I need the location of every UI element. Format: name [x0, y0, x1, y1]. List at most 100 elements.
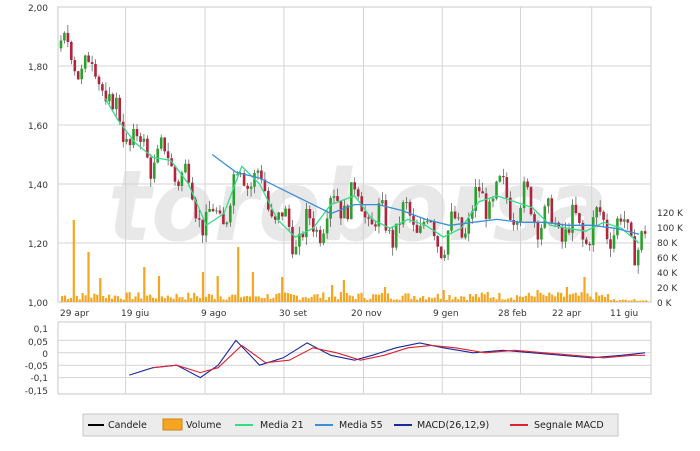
- volume-bar: [198, 298, 202, 302]
- candle-body: [229, 205, 232, 223]
- candle-body: [277, 212, 280, 220]
- candle-body: [619, 218, 623, 222]
- volume-bar: [248, 296, 251, 302]
- candle-body: [115, 97, 118, 110]
- macd-tick-label: 0,1: [34, 325, 48, 335]
- volume-tick-label: 80 K: [657, 239, 678, 249]
- volume-bar: [507, 298, 510, 302]
- volume-bar: [166, 295, 169, 302]
- volume-bar: [207, 293, 210, 302]
- candle-body: [322, 233, 325, 244]
- volume-bar: [592, 299, 595, 302]
- volume-bar: [196, 296, 199, 302]
- volume-bar: [609, 300, 612, 302]
- volume-bar: [486, 292, 489, 302]
- x-tick-label: 20 nov: [351, 309, 383, 319]
- volume-bar: [251, 272, 254, 302]
- candle-body: [543, 206, 547, 228]
- candle-body: [218, 210, 222, 214]
- candle-body: [629, 222, 633, 237]
- candle-body: [432, 221, 436, 237]
- volume-bar: [589, 296, 592, 302]
- candle-body: [612, 235, 616, 249]
- candle-body: [177, 181, 180, 186]
- chart-svg: toroborsa 2,00 1,80 1,60 1,40 1,20 1,00 …: [25, 4, 684, 437]
- volume-bar: [131, 299, 134, 302]
- candle-body: [211, 209, 215, 212]
- candle-body: [498, 176, 502, 182]
- candle-body: [481, 191, 484, 194]
- candle-body: [626, 219, 630, 223]
- volume-bar: [281, 277, 284, 302]
- volume-bar: [489, 297, 492, 302]
- volume-bar: [351, 296, 354, 302]
- volume-bar: [122, 299, 125, 302]
- volume-bar: [604, 296, 607, 302]
- volume-bar: [360, 292, 363, 302]
- volume-bar: [78, 299, 81, 302]
- volume-bar: [621, 299, 624, 302]
- volume-bar: [521, 297, 524, 302]
- volume-bar: [201, 272, 205, 302]
- volume-bar: [102, 296, 105, 302]
- volume-bar: [169, 297, 172, 302]
- candle-body: [519, 208, 522, 223]
- volume-bar: [328, 297, 331, 302]
- volume-bar: [204, 296, 207, 302]
- legend-label: Candele: [108, 420, 147, 431]
- candle-body: [208, 209, 211, 212]
- candle-body: [533, 214, 536, 223]
- volume-bar: [366, 299, 369, 302]
- volume-bar: [471, 296, 475, 302]
- volume-bar: [645, 300, 648, 302]
- x-tick-label: 9 gen: [433, 309, 459, 319]
- candle-body: [426, 221, 429, 223]
- volume-bar: [289, 294, 293, 302]
- volume-bar: [639, 300, 642, 302]
- candle-body: [505, 177, 509, 198]
- volume-bar: [301, 297, 304, 302]
- volume-bar: [348, 295, 351, 302]
- volume-bar: [137, 292, 140, 302]
- volume-bar: [269, 298, 272, 302]
- volume-bar: [295, 295, 298, 302]
- volume-bar: [240, 297, 243, 302]
- macd-tick-label: 0: [42, 350, 48, 360]
- volume-bar: [454, 296, 457, 302]
- volume-bar: [527, 292, 530, 302]
- macd-tick-label: -0,1: [30, 374, 48, 384]
- candle-body: [215, 210, 218, 212]
- candle-body: [315, 229, 318, 232]
- volume-bar: [357, 293, 360, 302]
- volume-bar: [119, 298, 122, 302]
- volume-bar: [624, 299, 627, 302]
- macd-tick-label: -0,05: [25, 362, 48, 372]
- volume-bar: [69, 298, 72, 302]
- volume-bar: [618, 300, 621, 302]
- volume-bar: [407, 293, 410, 302]
- legend-item-volume[interactable]: Volume: [162, 418, 221, 431]
- volume-bar: [90, 297, 93, 302]
- volume-tick-label: 0 K: [657, 299, 673, 309]
- volume-bar: [93, 293, 96, 302]
- volume-bar: [560, 292, 563, 302]
- candle-body: [139, 136, 142, 142]
- volume-bar: [501, 299, 504, 302]
- volume-bar: [216, 276, 219, 302]
- volume-tick-label: 100 K: [657, 224, 684, 234]
- candle-body: [94, 64, 97, 77]
- volume-bar: [210, 294, 213, 302]
- candle-body: [374, 224, 377, 227]
- volume-bar: [304, 297, 307, 302]
- volume-bar: [630, 300, 633, 302]
- candle-body: [80, 68, 83, 80]
- volume-bar: [568, 294, 571, 302]
- volume-bar: [260, 297, 263, 302]
- volume-bar: [375, 294, 378, 302]
- candle-body: [66, 32, 70, 42]
- price-tick-label: 1,60: [28, 122, 48, 132]
- volume-bar: [72, 220, 75, 302]
- volume-bar: [342, 280, 345, 302]
- volume-bar: [557, 292, 560, 302]
- candle-body: [329, 197, 332, 219]
